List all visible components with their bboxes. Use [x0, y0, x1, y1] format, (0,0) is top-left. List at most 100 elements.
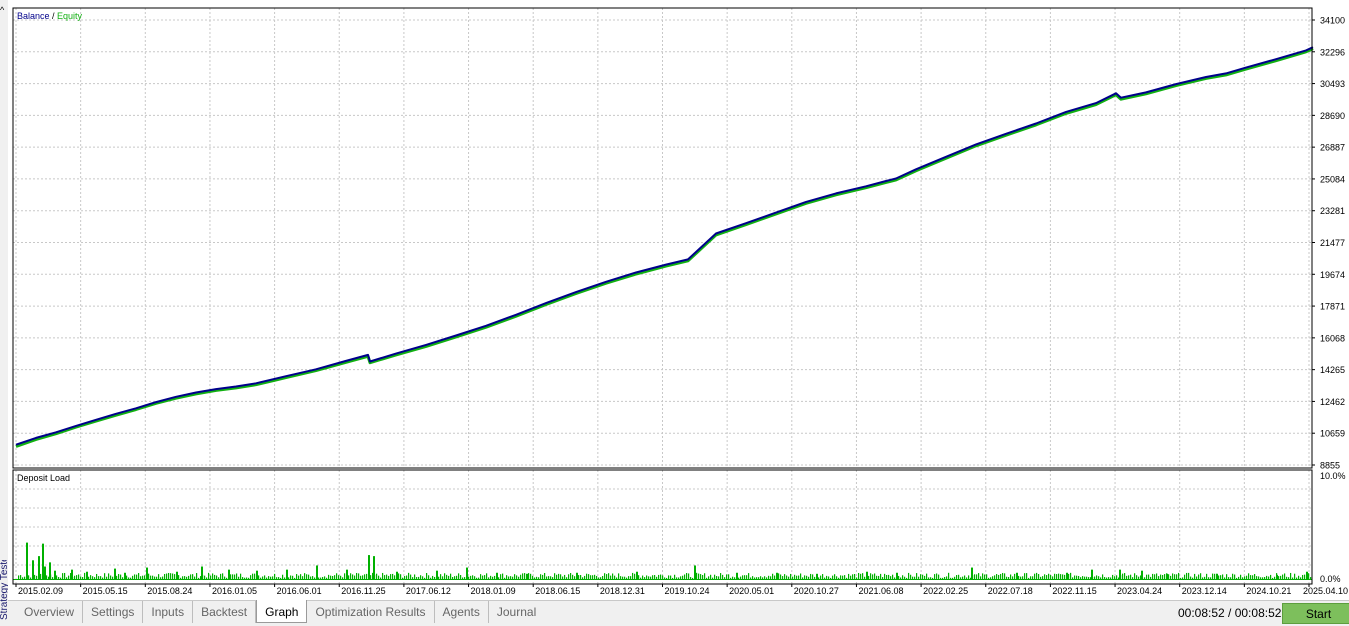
deposit-bar	[998, 574, 1000, 579]
deposit-bar	[752, 576, 754, 579]
deposit-bar	[302, 576, 304, 579]
deposit-bar	[422, 576, 424, 579]
deposit-bar	[300, 574, 302, 579]
deposit-bar	[280, 577, 282, 579]
deposit-bar	[174, 574, 176, 579]
caret-up-icon[interactable]: ^	[0, 6, 4, 15]
deposit-bar	[524, 573, 526, 579]
deposit-bar	[128, 577, 130, 579]
deposit-bar	[338, 575, 340, 579]
deposit-bar	[670, 575, 672, 579]
deposit-bar	[746, 575, 748, 579]
deposit-bar	[1082, 576, 1084, 579]
y-axis-labels: 34100 32296 30493 28690 26887 25084 23281 21477…	[1312, 16, 1346, 584]
deposit-bar	[1184, 574, 1186, 579]
tab-settings[interactable]: Settings	[83, 601, 144, 623]
start-button[interactable]: Start	[1282, 603, 1349, 624]
deposit-bar	[306, 574, 308, 579]
deposit-bar	[342, 577, 344, 579]
deposit-bar	[172, 573, 174, 579]
elapsed-timer: 00:08:52 / 00:08:52	[1178, 606, 1282, 620]
deposit-bar	[184, 576, 186, 579]
deposit-bar	[348, 575, 350, 579]
deposit-bar	[234, 574, 236, 579]
deposit-bar	[1080, 577, 1082, 579]
deposit-bar	[350, 573, 352, 579]
deposit-bar	[748, 573, 750, 579]
deposit-bar	[294, 577, 296, 579]
deposit-bar	[1270, 574, 1272, 579]
deposit-bar	[950, 577, 952, 579]
deposit-bar	[646, 575, 648, 579]
deposit-bar	[832, 575, 834, 579]
deposit-bar	[814, 576, 816, 579]
deposit-bar	[546, 576, 548, 579]
legend-balance: Balance	[17, 11, 50, 21]
deposit-bar	[806, 575, 808, 579]
deposit-bar	[528, 573, 530, 579]
deposit-spike	[436, 570, 438, 579]
deposit-bar	[292, 575, 294, 579]
tab-backtest[interactable]: Backtest	[193, 601, 257, 623]
deposit-bar	[1006, 576, 1008, 579]
tab-overview[interactable]: Overview	[16, 601, 84, 623]
x-tick-label: 2016.06.01	[277, 586, 322, 596]
deposit-bar	[980, 576, 982, 579]
tab-inputs[interactable]: Inputs	[143, 601, 194, 623]
deposit-bar	[1122, 573, 1124, 579]
deposit-bar	[1286, 576, 1288, 579]
deposit-bar	[1248, 573, 1250, 579]
deposit-bar	[314, 577, 316, 579]
deposit-bar	[724, 577, 726, 579]
deposit-bar	[458, 573, 460, 579]
deposit-bar	[378, 575, 380, 579]
deposit-bar	[1308, 573, 1310, 579]
tab-graph[interactable]: Graph	[256, 600, 308, 623]
deposit-bar	[402, 577, 404, 579]
deposit-bar	[730, 577, 732, 579]
deposit-spike	[866, 571, 868, 579]
deposit-spike	[49, 562, 51, 579]
deposit-bar	[162, 576, 164, 579]
deposit-bar	[250, 575, 252, 579]
deposit-bar	[682, 575, 684, 579]
deposit-bar	[510, 576, 512, 579]
deposit-bar	[360, 575, 362, 579]
deposit-bar	[1022, 576, 1024, 579]
deposit-bar	[718, 576, 720, 579]
deposit-bar	[296, 574, 298, 579]
deposit-bar	[766, 577, 768, 579]
deposit-bar	[502, 573, 504, 579]
deposit-bar	[84, 572, 86, 579]
deposit-bar	[188, 575, 190, 579]
deposit-bar	[1110, 577, 1112, 579]
deposit-bar	[578, 575, 580, 579]
deposit-bar	[76, 575, 78, 579]
deposit-bar	[120, 574, 122, 579]
deposit-bar	[644, 577, 646, 579]
deposit-bar	[1112, 574, 1114, 579]
deposit-bar	[254, 573, 256, 579]
y-tick-label: 25084	[1320, 174, 1345, 184]
deposit-bar	[1018, 575, 1020, 579]
deposit-bar	[512, 576, 514, 579]
deposit-bar	[678, 577, 680, 579]
deposit-bar	[90, 575, 92, 579]
deposit-bar	[494, 575, 496, 579]
x-tick-label: 2015.02.09	[18, 586, 63, 596]
tab-journal[interactable]: Journal	[488, 601, 545, 623]
deposit-bar	[680, 576, 682, 579]
deposit-bar	[760, 576, 762, 579]
deposit-bar	[500, 574, 502, 579]
deposit-bar	[278, 577, 280, 579]
deposit-bar	[750, 577, 752, 579]
deposit-bar	[118, 574, 120, 579]
deposit-bar	[1304, 574, 1306, 579]
deposit-bar	[1264, 576, 1266, 579]
deposit-bar	[108, 573, 110, 579]
deposit-y-label: 0.0%	[1320, 574, 1341, 584]
tab-optimization-results[interactable]: Optimization Results	[307, 601, 435, 623]
deposit-bar	[1190, 576, 1192, 579]
deposit-bar	[808, 576, 810, 579]
tab-agents[interactable]: Agents	[434, 601, 489, 623]
